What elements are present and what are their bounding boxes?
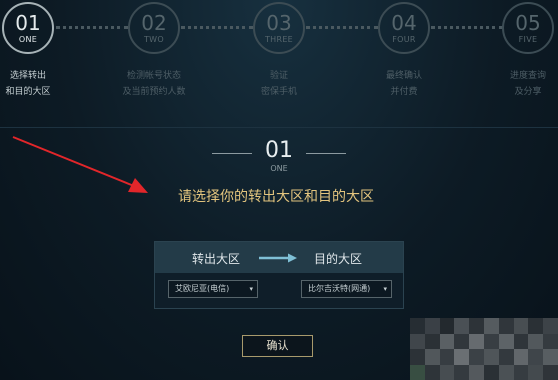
confirm-button[interactable]: 确认 xyxy=(242,335,313,357)
step-description: 验证 密保手机 xyxy=(241,68,317,100)
step-description-line: 并付费 xyxy=(390,87,418,97)
step-number: 05 xyxy=(515,10,541,35)
source-region-label: 转出大区 xyxy=(192,252,241,266)
step-progress-bar: 01 ONE 选择转出 和目的大区 02 TWO 检测帐号状态 及当前预约人数 … xyxy=(0,0,558,115)
target-region-label: 目的大区 xyxy=(314,252,363,266)
step-word: FOUR xyxy=(392,34,416,44)
chevron-down-icon: ▾ xyxy=(249,285,253,293)
step-number: 04 xyxy=(391,10,417,35)
step-5: 05 FIVE 进度查询 及分享 xyxy=(490,0,558,100)
transfer-panel-header: 转出大区 目的大区 xyxy=(155,242,403,273)
step-description-line: 密保手机 xyxy=(260,87,297,97)
step-description-line: 最终确认 xyxy=(385,71,422,81)
step-description-line: 及分享 xyxy=(514,87,542,97)
step-description: 最终确认 并付费 xyxy=(366,68,442,100)
heading-rule-right xyxy=(306,153,346,154)
step-word: TWO xyxy=(144,34,164,44)
instruction-text: 请选择你的转出大区和目的大区 xyxy=(178,189,374,205)
step-circle: 05 FIVE xyxy=(502,2,554,54)
target-region-value: 比尔吉沃特(网通) xyxy=(308,284,371,293)
target-region-select[interactable]: 比尔吉沃特(网通) ▾ xyxy=(301,280,392,298)
header-divider xyxy=(0,127,558,128)
step-number: 03 xyxy=(266,10,292,35)
step-description-line: 检测帐号状态 xyxy=(126,71,181,81)
step-description: 进度查询 及分享 xyxy=(490,68,558,100)
step-description-line: 及当前预约人数 xyxy=(122,87,186,97)
step-word: THREE xyxy=(264,34,294,44)
section-number: 01 xyxy=(265,138,293,163)
chevron-down-icon: ▾ xyxy=(383,285,387,293)
step-4: 04 FOUR 最终确认 并付费 xyxy=(366,0,442,100)
step-description: 检测帐号状态 及当前预约人数 xyxy=(116,68,192,100)
watermark-mosaic xyxy=(410,318,558,380)
arrow-right-icon xyxy=(259,253,297,263)
source-region-select[interactable]: 艾欧尼亚(电信) ▾ xyxy=(168,280,258,298)
step-2: 02 TWO 检测帐号状态 及当前预约人数 xyxy=(116,0,192,100)
step-number: 01 xyxy=(15,10,41,35)
step-description-line: 和目的大区 xyxy=(5,87,51,97)
step-description-line: 验证 xyxy=(269,71,288,81)
step-number: 02 xyxy=(141,10,167,35)
heading-rule-left xyxy=(212,153,252,154)
step-1: 01 ONE 选择转出 和目的大区 xyxy=(0,0,66,100)
step-3: 03 THREE 验证 密保手机 xyxy=(241,0,317,100)
step-circle: 01 ONE xyxy=(2,2,54,54)
step-description: 选择转出 和目的大区 xyxy=(0,68,66,100)
step-circle: 02 TWO xyxy=(128,2,180,54)
source-region-value: 艾欧尼亚(电信) xyxy=(175,284,230,293)
section-word: ONE xyxy=(270,164,288,173)
step-circle: 03 THREE xyxy=(253,2,305,54)
step-word: ONE xyxy=(18,34,38,44)
transfer-panel: 转出大区 目的大区 艾欧尼亚(电信) ▾ 比尔吉沃特(网通) ▾ xyxy=(154,241,404,309)
step-description-line: 进度查询 xyxy=(509,71,546,81)
step-description-line: 选择转出 xyxy=(9,71,46,81)
step-word: FIVE xyxy=(518,34,538,44)
step-circle: 04 FOUR xyxy=(378,2,430,54)
